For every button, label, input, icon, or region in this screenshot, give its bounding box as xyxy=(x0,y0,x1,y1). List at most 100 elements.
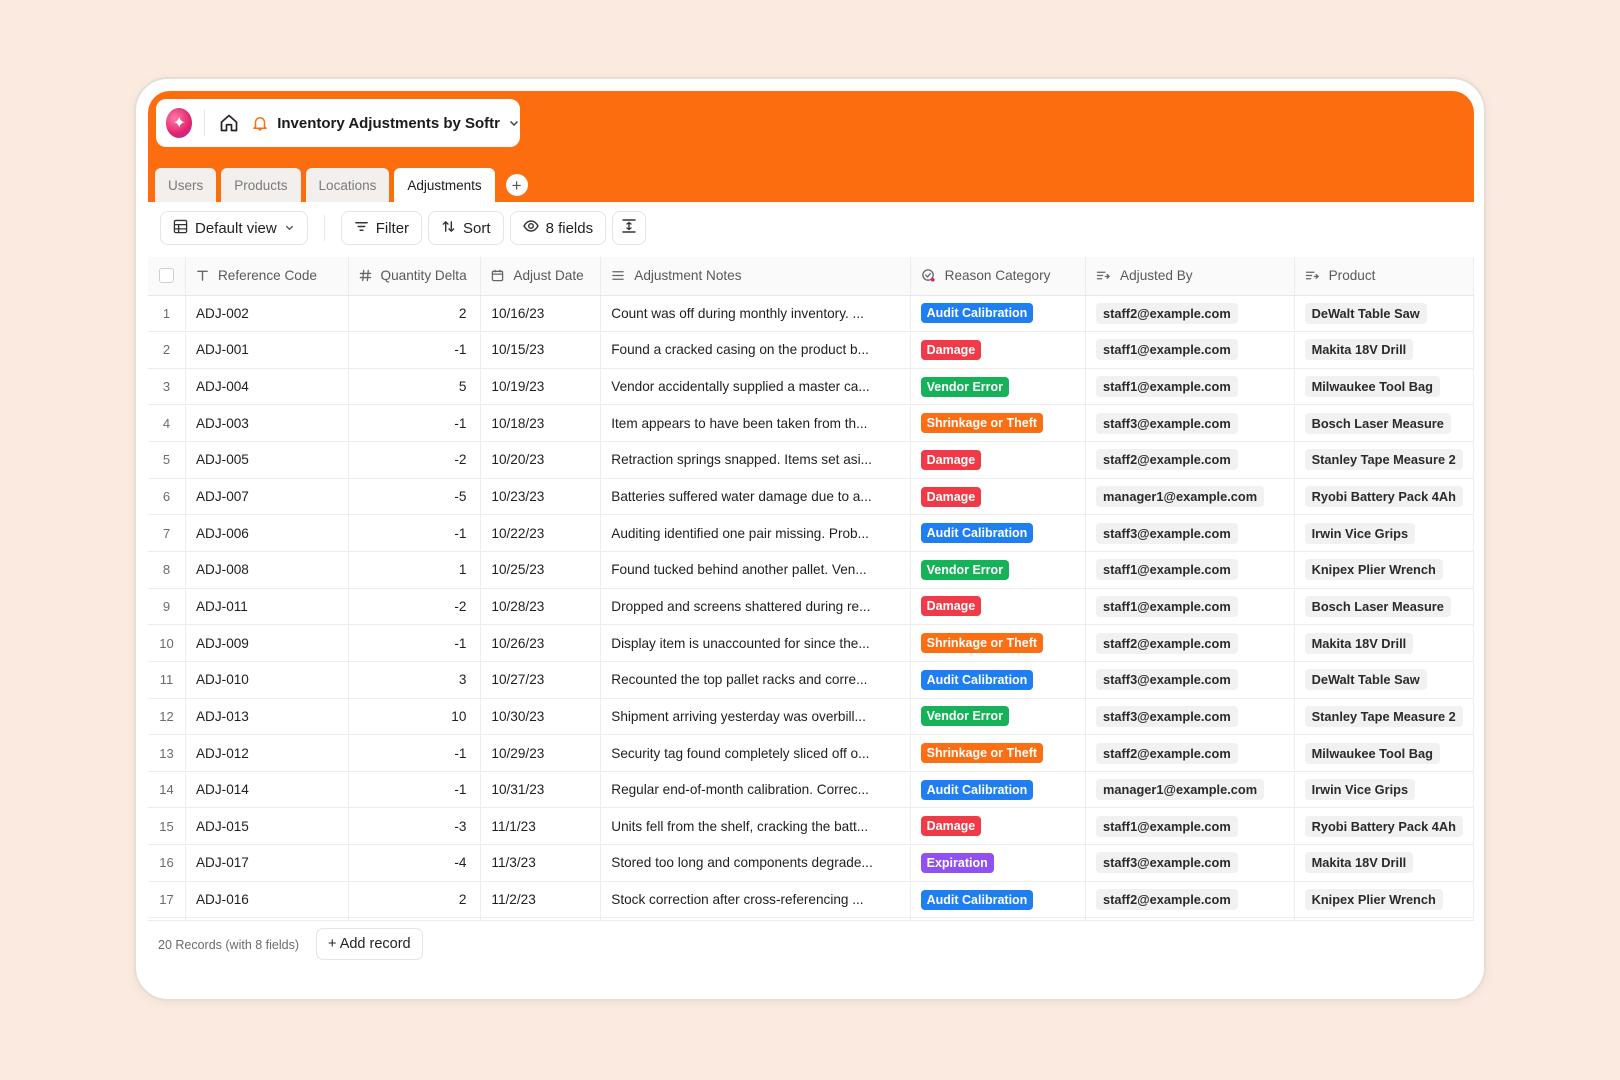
reason-category-cell[interactable]: Audit Calibration xyxy=(910,514,1087,552)
reason-category-cell[interactable]: Shrinkage or Theft xyxy=(910,404,1087,443)
adjust-date-cell[interactable]: 10/19/23 xyxy=(480,368,602,406)
reference-code-cell[interactable]: ADJ-013 xyxy=(185,698,349,736)
adjustment-notes-cell[interactable]: Vendor accidentally supplied a master ca… xyxy=(600,368,911,406)
reason-category-cell[interactable]: Audit Calibration xyxy=(910,771,1087,809)
home-icon[interactable] xyxy=(217,110,240,136)
reference-code-cell[interactable]: ADJ-017 xyxy=(185,844,349,882)
adjustment-notes-cell[interactable]: Units fell from the shelf, cracking the … xyxy=(600,807,911,846)
adjustment-notes-cell[interactable]: Item appears to have been taken from th.… xyxy=(600,404,911,443)
adjusted-by-cell[interactable]: staff3@example.com xyxy=(1085,844,1295,882)
quantity-delta-cell[interactable]: 5 xyxy=(348,368,482,406)
adjust-date-cell[interactable]: 10/23/23 xyxy=(480,478,602,516)
table-row[interactable]: 8 ADJ-008 1 10/25/23 Found tucked behind ano… xyxy=(148,551,1474,589)
adjustment-notes-cell[interactable]: Display item is unaccounted for since th… xyxy=(600,624,911,662)
adjust-date-cell[interactable]: 10/29/23 xyxy=(480,734,602,772)
adjustment-notes-cell[interactable]: Auditing identified one pair missing. Pr… xyxy=(600,514,911,552)
quantity-delta-cell[interactable]: -3 xyxy=(348,807,482,846)
adjustment-notes-cell[interactable]: Shipment arriving yesterday was overbill… xyxy=(600,698,911,736)
select-all-checkbox[interactable] xyxy=(158,268,174,284)
adjustment-notes-cell[interactable]: Found a cracked casing on the product b.… xyxy=(600,331,911,369)
adjustment-notes-cell[interactable]: Retraction springs snapped. Items set as… xyxy=(600,441,911,479)
quantity-delta-cell[interactable]: 10 xyxy=(348,698,482,736)
quantity-delta-cell[interactable]: -1 xyxy=(348,771,482,809)
reference-code-cell[interactable]: ADJ-011 xyxy=(185,588,349,626)
product-cell[interactable]: Milwaukee Tool Bag xyxy=(1294,734,1474,772)
quantity-delta-cell[interactable]: -5 xyxy=(348,478,482,516)
product-cell[interactable]: Makita 18V Drill xyxy=(1294,331,1474,369)
app-title[interactable]: Inventory Adjustments by Softr xyxy=(277,115,500,132)
adjust-date-cell[interactable]: 10/20/23 xyxy=(480,441,602,479)
column-header-adjusted-by[interactable]: Adjusted By xyxy=(1085,257,1295,296)
product-cell[interactable]: Knipex Plier Wrench xyxy=(1294,551,1474,589)
product-cell[interactable]: Makita 18V Drill xyxy=(1294,624,1474,662)
quantity-delta-cell[interactable]: 2 xyxy=(348,881,482,919)
table-row[interactable]: 14 ADJ-014 -1 10/31/23 Regular end-of-month … xyxy=(148,771,1474,809)
row-height-button[interactable] xyxy=(612,211,647,245)
table-row[interactable]: 3 ADJ-004 5 10/19/23 Vendor accidentally sup… xyxy=(148,368,1474,406)
adjust-date-cell[interactable]: 10/15/23 xyxy=(480,331,602,369)
reference-code-cell[interactable]: ADJ-010 xyxy=(185,661,349,699)
quantity-delta-cell[interactable]: -1 xyxy=(348,331,482,369)
column-header-product[interactable]: Product xyxy=(1294,257,1474,296)
adjusted-by-cell[interactable]: staff1@example.com xyxy=(1085,807,1295,846)
reason-category-cell[interactable]: Damage xyxy=(910,588,1087,626)
reference-code-cell[interactable]: ADJ-012 xyxy=(185,734,349,772)
quantity-delta-cell[interactable]: -1 xyxy=(348,404,482,443)
adjustment-notes-cell[interactable]: Batteries suffered water damage due to a… xyxy=(600,478,911,516)
reason-category-cell[interactable]: Vendor Error xyxy=(910,698,1087,736)
product-cell[interactable]: Irwin Vice Grips xyxy=(1294,771,1474,809)
column-header-reference-code[interactable]: Reference Code xyxy=(185,257,349,296)
reference-code-cell[interactable]: ADJ-003 xyxy=(185,404,349,443)
select-all-header[interactable] xyxy=(148,257,186,296)
table-row[interactable]: 12 ADJ-013 10 10/30/23 Shipment arriving yes… xyxy=(148,698,1474,736)
product-cell[interactable]: DeWalt Table Saw xyxy=(1294,661,1474,699)
reason-category-cell[interactable]: Damage xyxy=(910,331,1087,369)
reason-category-cell[interactable]: Damage xyxy=(910,441,1087,479)
reference-code-cell[interactable]: ADJ-016 xyxy=(185,881,349,919)
product-cell[interactable]: Irwin Vice Grips xyxy=(1294,514,1474,552)
quantity-delta-cell[interactable]: 3 xyxy=(348,661,482,699)
table-row[interactable]: 1 ADJ-002 2 10/16/23 Count was off during mo… xyxy=(148,295,1474,333)
add-table-button[interactable]: + xyxy=(505,174,528,196)
adjusted-by-cell[interactable]: staff3@example.com xyxy=(1085,404,1295,443)
reason-category-cell[interactable]: Damage xyxy=(910,478,1087,516)
table-row[interactable]: 10 ADJ-009 -1 10/26/23 Display item is unacc… xyxy=(148,624,1474,662)
reference-code-cell[interactable]: ADJ-006 xyxy=(185,514,349,552)
reason-category-cell[interactable]: Shrinkage or Theft xyxy=(910,734,1087,772)
product-cell[interactable]: Stanley Tape Measure 2 xyxy=(1294,441,1474,479)
reference-code-cell[interactable]: ADJ-015 xyxy=(185,807,349,846)
fields-button[interactable]: 8 fields xyxy=(509,211,607,245)
table-row[interactable]: 13 ADJ-012 -1 10/29/23 Security tag found co… xyxy=(148,734,1474,772)
product-cell[interactable]: Bosch Laser Measure xyxy=(1294,404,1474,443)
quantity-delta-cell[interactable]: -1 xyxy=(348,624,482,662)
reference-code-cell[interactable]: ADJ-001 xyxy=(185,331,349,369)
reference-code-cell[interactable]: ADJ-014 xyxy=(185,771,349,809)
adjusted-by-cell[interactable]: staff2@example.com xyxy=(1085,881,1295,919)
column-header-adjustment-notes[interactable]: Adjustment Notes xyxy=(600,257,911,296)
reason-category-cell[interactable]: Audit Calibration xyxy=(910,881,1087,919)
chevron-down-icon[interactable] xyxy=(508,117,520,129)
quantity-delta-cell[interactable]: -4 xyxy=(348,844,482,882)
reason-category-cell[interactable]: Audit Calibration xyxy=(910,661,1087,699)
adjusted-by-cell[interactable]: staff2@example.com xyxy=(1085,295,1295,333)
adjustment-notes-cell[interactable]: Security tag found completely sliced off… xyxy=(600,734,911,772)
adjust-date-cell[interactable]: 10/26/23 xyxy=(480,624,602,662)
reason-category-cell[interactable]: Vendor Error xyxy=(910,368,1087,406)
adjusted-by-cell[interactable]: staff3@example.com xyxy=(1085,698,1295,736)
reference-code-cell[interactable]: ADJ-007 xyxy=(185,478,349,516)
adjust-date-cell[interactable]: 10/31/23 xyxy=(480,771,602,809)
reference-code-cell[interactable]: ADJ-009 xyxy=(185,624,349,662)
table-row[interactable]: 15 ADJ-015 -3 11/1/23 Units fell from the sh… xyxy=(148,807,1474,846)
adjust-date-cell[interactable]: 10/30/23 xyxy=(480,698,602,736)
adjusted-by-cell[interactable]: manager1@example.com xyxy=(1085,478,1295,516)
quantity-delta-cell[interactable]: 2 xyxy=(348,295,482,333)
table-row[interactable]: 17 ADJ-016 2 11/2/23 Stock correction after … xyxy=(148,881,1474,919)
filter-button[interactable]: Filter xyxy=(340,211,423,245)
quantity-delta-cell[interactable]: -2 xyxy=(348,441,482,479)
adjusted-by-cell[interactable]: staff1@example.com xyxy=(1085,588,1295,626)
reference-code-cell[interactable]: ADJ-005 xyxy=(185,441,349,479)
reason-category-cell[interactable]: Vendor Error xyxy=(910,551,1087,589)
column-header-adjust-date[interactable]: Adjust Date xyxy=(480,257,602,296)
product-cell[interactable]: Knipex Plier Wrench xyxy=(1294,881,1474,919)
adjustment-notes-cell[interactable]: Stored too long and components degrade..… xyxy=(600,844,911,882)
